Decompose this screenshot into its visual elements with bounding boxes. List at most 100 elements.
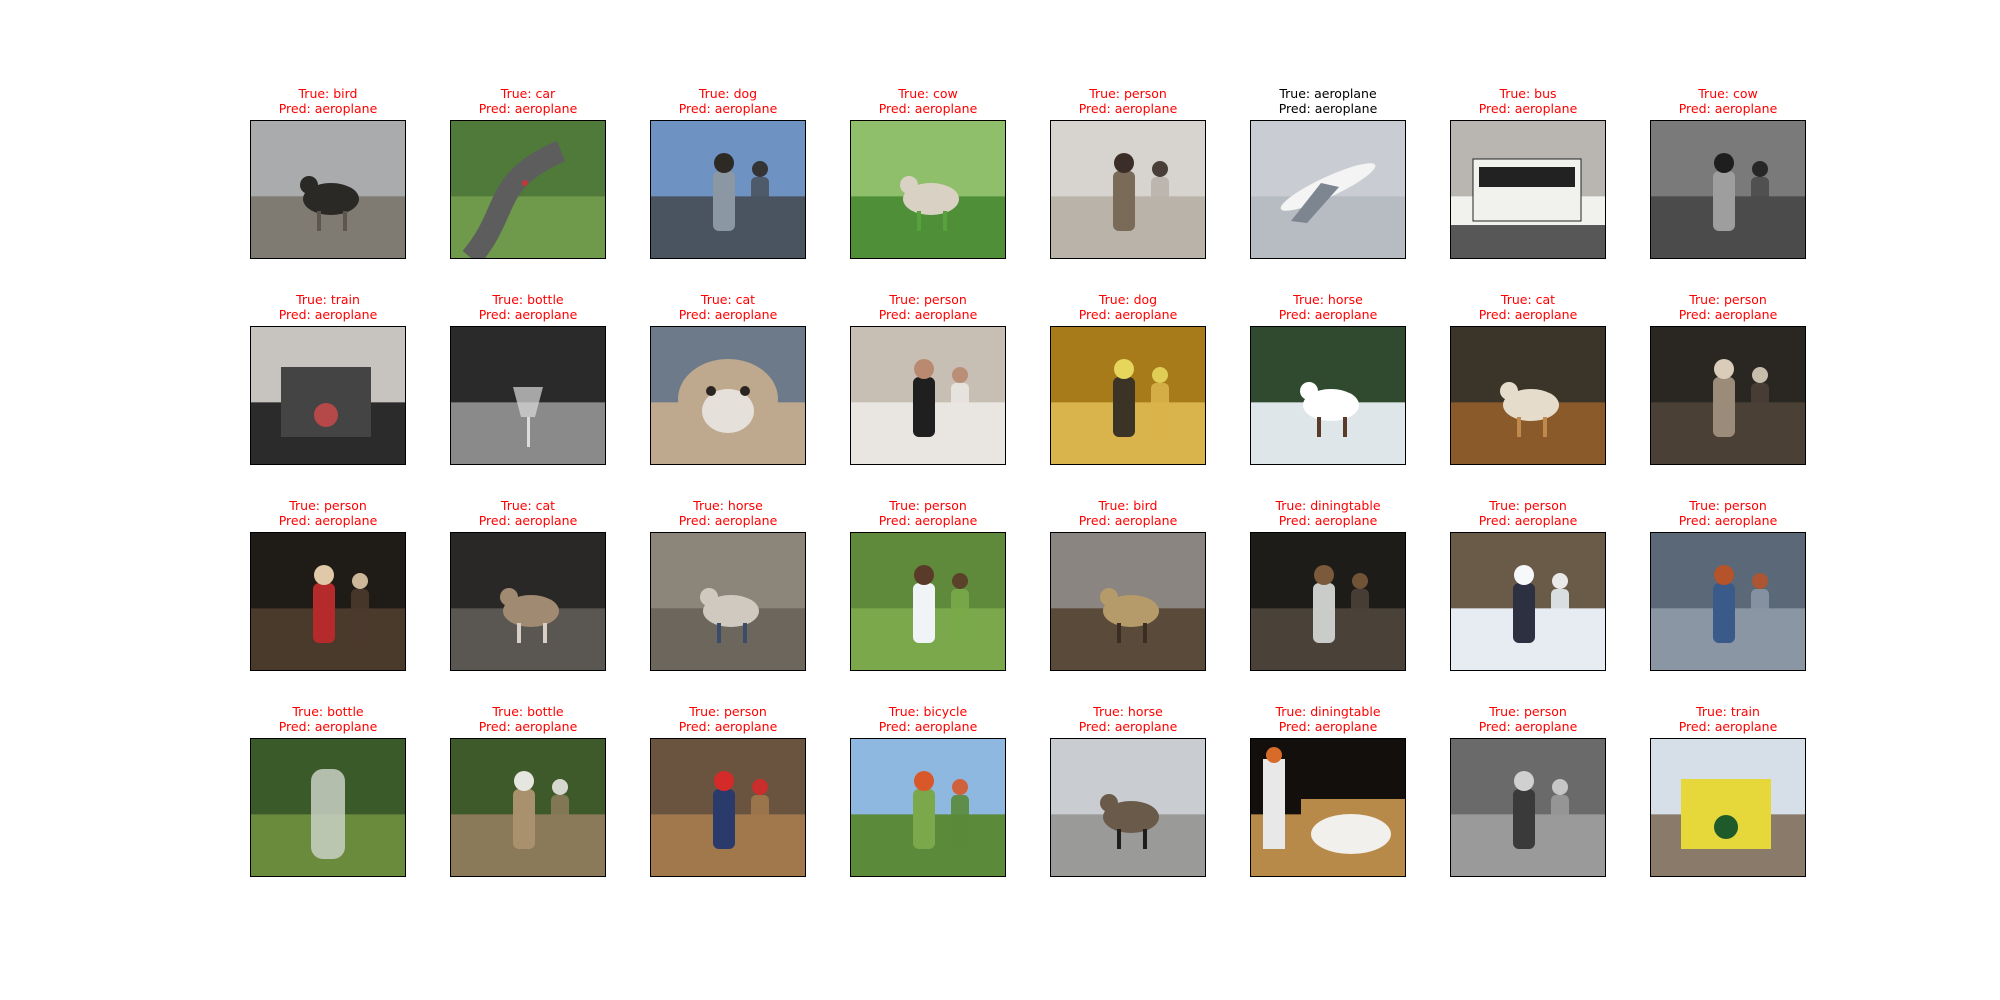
thumbnail-graphic: [1651, 121, 1805, 258]
image-thumbnail: [850, 738, 1006, 877]
animal-leg: [743, 623, 747, 643]
image-thumbnail: [1050, 532, 1206, 671]
person-body: [713, 171, 735, 231]
image-thumbnail: [250, 738, 406, 877]
person-head: [914, 359, 934, 379]
person-head: [952, 367, 968, 383]
thumbnail-graphic: [651, 533, 805, 670]
thumbnail-graphic: [1051, 739, 1205, 876]
animal-leg: [517, 623, 521, 643]
image-thumbnail: [650, 738, 806, 877]
thumbnail-graphic: [451, 121, 605, 258]
true-label: True: train: [1696, 704, 1760, 719]
cell-title: True: person Pred: aeroplane: [1610, 292, 1846, 322]
person-body: [1151, 383, 1169, 437]
thumbnail-graphic: [1451, 739, 1605, 876]
food-tray: [1311, 814, 1391, 854]
thumbnail-graphic: [1451, 327, 1605, 464]
thumbnail-graphic: [1251, 121, 1405, 258]
thumbnail-graphic: [1051, 533, 1205, 670]
person-head: [1514, 771, 1534, 791]
image-thumbnail: [850, 120, 1006, 259]
image-thumbnail: [1650, 532, 1806, 671]
thumbnail-graphic: [1651, 327, 1805, 464]
train-emblem: [1714, 815, 1738, 839]
image-thumbnail: [1650, 120, 1806, 259]
person-body: [1113, 171, 1135, 231]
bottle-shape: [311, 769, 345, 859]
thumbnail-graphic: [251, 533, 405, 670]
animal-leg: [543, 623, 547, 643]
animal-head: [1300, 382, 1318, 400]
animal-leg: [1117, 623, 1121, 643]
image-thumbnail: [1050, 120, 1206, 259]
true-label: True: cow: [1698, 86, 1758, 101]
cell-title: True: cow Pred: aeroplane: [1610, 86, 1846, 116]
image-thumbnail: [850, 326, 1006, 465]
thumbnail-graphic: [1651, 533, 1805, 670]
thumbnail-graphic: [1051, 121, 1205, 258]
image-thumbnail: [1250, 120, 1406, 259]
thumbnail-graphic: [1651, 739, 1805, 876]
thumbnail-graphic: [851, 739, 1005, 876]
thumbnail-graphic: [1251, 533, 1405, 670]
person-body: [1751, 177, 1769, 231]
animal-leg: [717, 623, 721, 643]
image-thumbnail: [1250, 326, 1406, 465]
image-thumbnail: [1450, 738, 1606, 877]
animal-head: [1100, 794, 1118, 812]
person-head: [752, 161, 768, 177]
thumbnail-graphic: [651, 739, 805, 876]
animal-leg: [343, 211, 347, 231]
person-head: [1152, 161, 1168, 177]
figurine: [1263, 759, 1285, 849]
figurine-head: [1266, 747, 1282, 763]
thumbnail-graphic: [651, 327, 805, 464]
animal-leg: [917, 211, 921, 231]
person-body: [1351, 589, 1369, 643]
person-head: [1752, 367, 1768, 383]
person-body: [751, 795, 769, 849]
person-body: [351, 589, 369, 643]
image-thumbnail: [650, 326, 806, 465]
person-head: [1714, 359, 1734, 379]
image-thumbnail: [1250, 738, 1406, 877]
animal-head: [700, 588, 718, 606]
person-head: [914, 771, 934, 791]
person-head: [752, 779, 768, 795]
person-body: [1713, 171, 1735, 231]
race-car: [522, 180, 528, 186]
pred-label: Pred: aeroplane: [1678, 307, 1778, 322]
person-head: [952, 573, 968, 589]
thumbnail-graphic: [851, 121, 1005, 258]
road: [1451, 225, 1605, 258]
person-body: [313, 583, 335, 643]
person-body: [951, 589, 969, 643]
person-body: [551, 795, 569, 849]
train-emblem: [314, 403, 338, 427]
pred-label: Pred: aeroplane: [1678, 101, 1778, 116]
animal-head: [1100, 588, 1118, 606]
photo-ground: [1251, 196, 1405, 258]
person-body: [513, 789, 535, 849]
true-label: True: person: [1689, 292, 1767, 307]
person-head: [1114, 359, 1134, 379]
person-head: [952, 779, 968, 795]
animal-leg: [943, 211, 947, 231]
animal-head: [300, 176, 318, 194]
image-thumbnail: [450, 532, 606, 671]
person-body: [1513, 583, 1535, 643]
animal-leg: [317, 211, 321, 231]
person-head: [352, 573, 368, 589]
image-thumbnail: [650, 532, 806, 671]
person-head: [314, 565, 334, 585]
cat-eye: [706, 386, 716, 396]
thumbnail-graphic: [451, 327, 605, 464]
person-body: [1713, 377, 1735, 437]
cell-title: True: person Pred: aeroplane: [1610, 498, 1846, 528]
person-head: [1514, 565, 1534, 585]
person-head: [1752, 573, 1768, 589]
person-body: [713, 789, 735, 849]
person-head: [714, 153, 734, 173]
person-head: [1314, 565, 1334, 585]
